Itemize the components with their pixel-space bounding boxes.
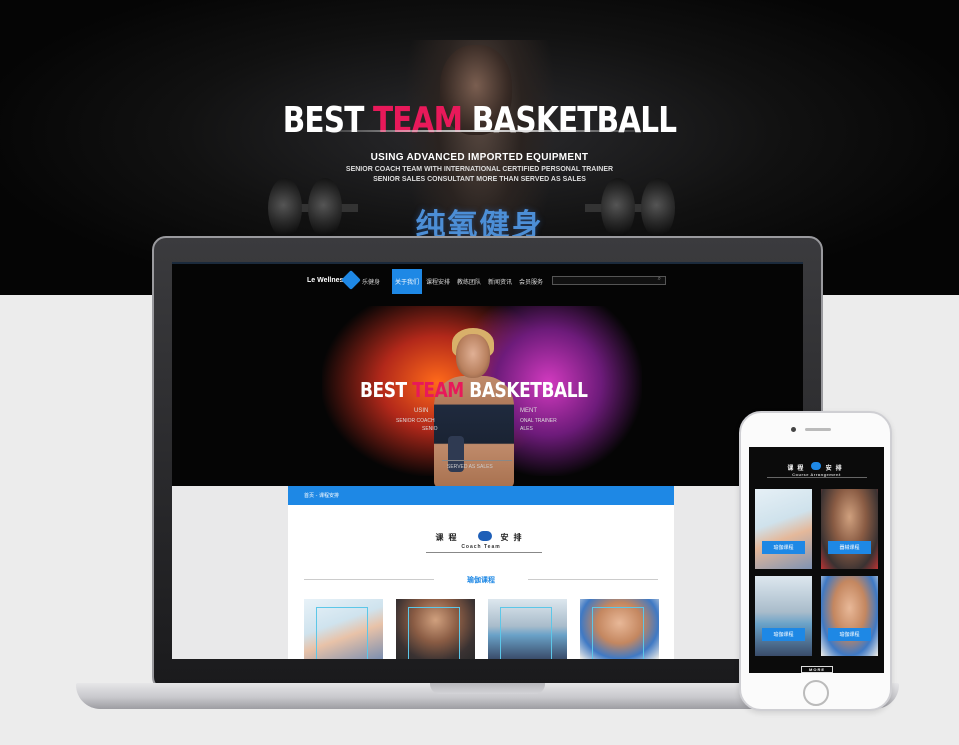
hero-subtitle-3: SENIOR SALES CONSULTANT MORE THAN SERVED… <box>373 176 586 183</box>
magnifier-icon[interactable]: ⌕ <box>658 275 661 283</box>
phone-speaker <box>805 428 831 431</box>
course-thumbnail[interactable] <box>304 599 383 659</box>
hero-title-highlight: TEAM <box>372 100 463 141</box>
category-title[interactable]: 瑜伽课程 <box>288 575 674 585</box>
nav-item-about[interactable]: 关于我们 <box>392 269 423 294</box>
course-thumbnail[interactable] <box>580 599 659 659</box>
hero-subtitle-1: USING ADVANCED IMPORTED EQUIPMENT <box>370 152 589 163</box>
banner-line3-right: ALES <box>520 426 533 432</box>
banner-sub-left: USIN <box>414 408 429 414</box>
phone-camera <box>791 427 796 432</box>
banner-sub-right: MENT <box>520 408 537 414</box>
mobile-course-card[interactable]: 器械课程 <box>821 489 878 569</box>
section-title-underline <box>426 552 542 553</box>
site-logo-icon[interactable] <box>341 270 361 290</box>
banner-divider <box>442 460 512 461</box>
phone-screen: 课程 安排 Course Arrangement 瑜伽课程 器械课程 瑜伽课程 … <box>749 447 884 673</box>
mobile-course-card[interactable]: 瑜伽课程 <box>755 489 812 569</box>
nav-item-coaches[interactable]: 教练团队 <box>454 269 484 294</box>
banner-line2-right: ONAL TRAINER <box>520 418 557 424</box>
mobile-section-badge-icon <box>811 462 821 470</box>
hero-title: BEST TEAM BASKETBALL <box>282 100 677 141</box>
athlete-head-image <box>456 334 490 378</box>
nav-item-courses[interactable]: 课程安排 <box>423 269 453 294</box>
course-thumbnail[interactable] <box>488 599 567 659</box>
section-badge-icon <box>478 531 492 541</box>
banner-caption: SERVED AS SALES <box>447 464 493 470</box>
course-thumbnail[interactable] <box>396 599 475 659</box>
mobile-more-button[interactable]: MORE <box>801 666 833 673</box>
hero-title-underline <box>300 130 670 132</box>
section-subtitle: Coach Team <box>461 544 501 550</box>
breadcrumb[interactable]: 首页 - 课程安排 <box>288 486 674 505</box>
site-hero-banner: BEST TEAM BASKETBALL USIN MENT SENIOR CO… <box>172 296 803 486</box>
banner-line2-left: SENIOR COACH <box>396 418 435 424</box>
nav-item-members[interactable]: 会员服务 <box>516 269 546 294</box>
nav-item-news[interactable]: 新闻资讯 <box>485 269 515 294</box>
mobile-course-card[interactable]: 瑜伽课程 <box>821 576 878 656</box>
laptop-notch <box>430 683 545 694</box>
banner-line3-left: SENIO <box>422 426 438 432</box>
phone-home-button[interactable] <box>803 680 829 706</box>
search-input[interactable]: ⌕ <box>552 275 666 285</box>
banner-title-highlight: TEAM <box>412 378 464 402</box>
mobile-course-label[interactable]: 瑜伽课程 <box>762 541 805 554</box>
content-page: 首页 - 课程安排 课程 安排 Coach Team 瑜伽课程 <box>288 486 674 659</box>
site-navbar: Le Wellness 乐健身 关于我们 课程安排 教练团队 新闻资讯 会员服务… <box>172 262 803 296</box>
mobile-course-label[interactable]: 器械课程 <box>828 541 871 554</box>
laptop-screen: Le Wellness 乐健身 关于我们 课程安排 教练团队 新闻资讯 会员服务… <box>172 262 803 659</box>
mobile-course-label[interactable]: 瑜伽课程 <box>762 628 805 641</box>
mobile-course-card[interactable]: 瑜伽课程 <box>755 576 812 656</box>
mobile-course-label[interactable]: 瑜伽课程 <box>828 628 871 641</box>
mobile-section-underline <box>767 477 867 478</box>
hero-subtitle-2: SENIOR COACH TEAM WITH INTERNATIONAL CER… <box>345 166 614 173</box>
banner-title: BEST TEAM BASKETBALL <box>360 378 588 402</box>
site-logo-cn[interactable]: 乐健身 <box>362 277 380 286</box>
